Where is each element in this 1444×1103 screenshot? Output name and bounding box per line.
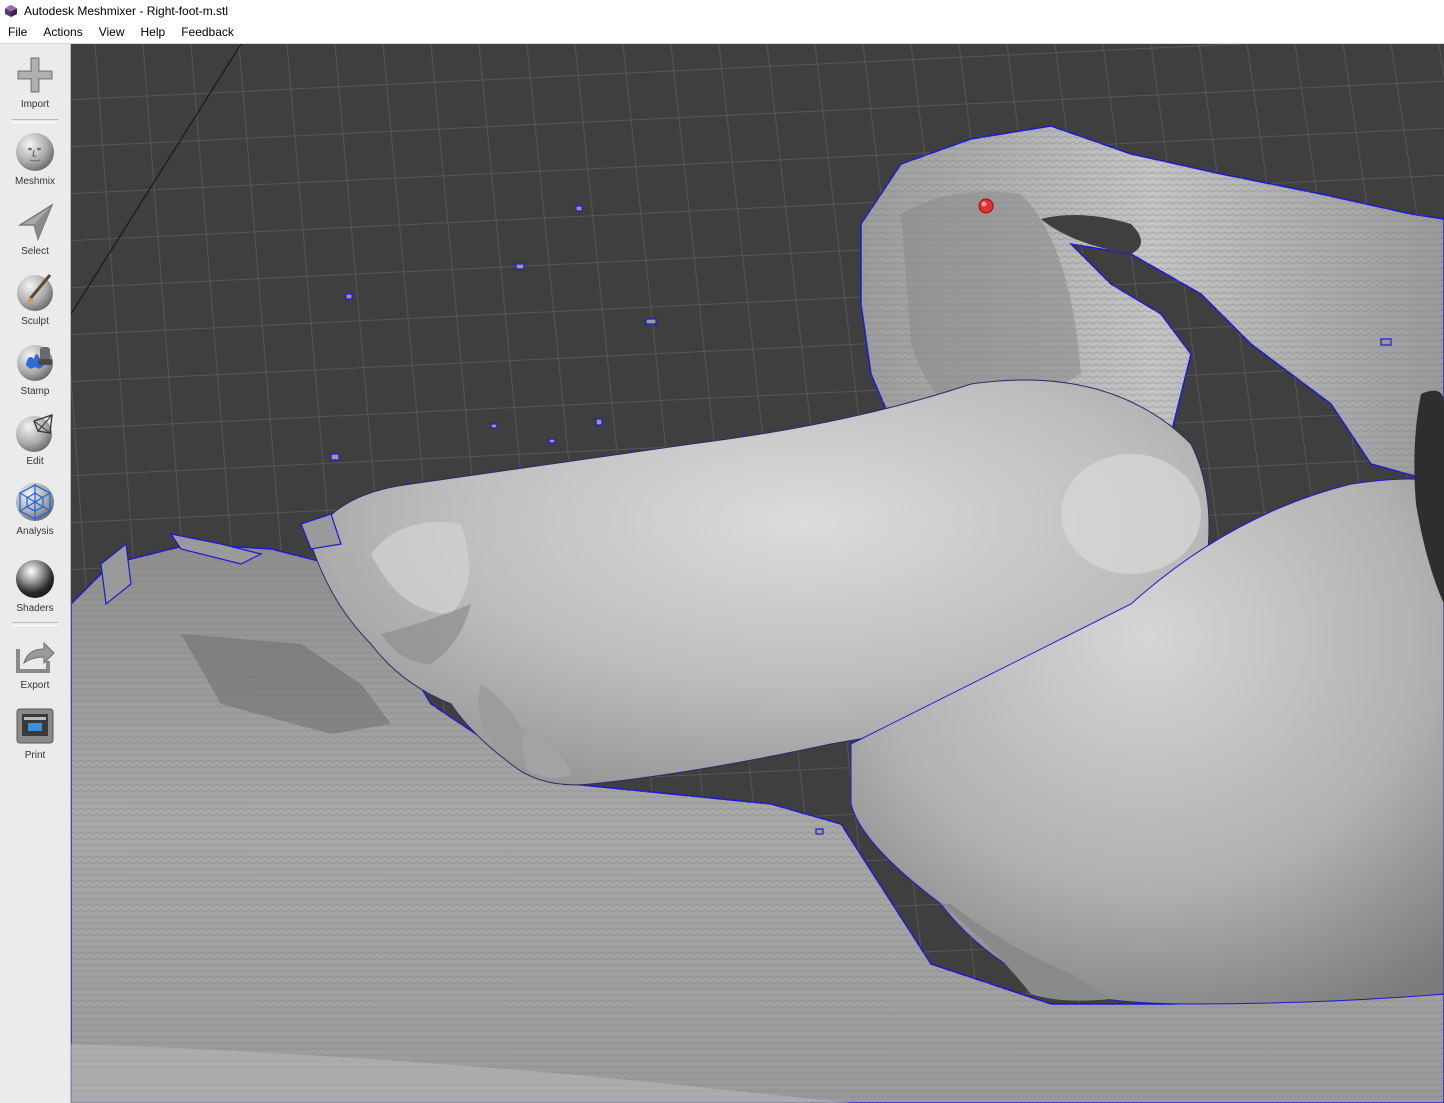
analysis-button[interactable]: Analysis bbox=[0, 481, 70, 547]
edit-sphere-icon bbox=[16, 414, 53, 452]
print-label: Print bbox=[24, 750, 46, 761]
cursor-arrow-icon bbox=[17, 203, 54, 241]
print-button[interactable]: Print bbox=[0, 705, 70, 771]
select-label: Select bbox=[21, 246, 49, 257]
meshmix-button[interactable]: Meshmix bbox=[0, 131, 70, 197]
3d-viewport[interactable] bbox=[71, 44, 1444, 1103]
sculpt-label: Sculpt bbox=[21, 316, 49, 327]
window-title: Autodesk Meshmixer - Right-foot-m.stl bbox=[24, 4, 229, 18]
scene-canvas[interactable] bbox=[71, 44, 1444, 1103]
export-button[interactable]: Export bbox=[0, 635, 70, 701]
meshmixer-logo-icon bbox=[5, 5, 17, 17]
title-bar: Autodesk Meshmixer - Right-foot-m.stl bbox=[0, 0, 1444, 22]
sculpt-brush-icon bbox=[17, 274, 53, 311]
edit-button[interactable]: Edit bbox=[0, 411, 70, 477]
menu-bar: File Actions View Help Feedback bbox=[0, 22, 1444, 44]
stamp-icon bbox=[17, 345, 53, 381]
meshmix-label: Meshmix bbox=[14, 176, 55, 187]
stamp-label: Stamp bbox=[20, 386, 50, 397]
edit-label: Edit bbox=[26, 456, 44, 467]
sidebar-divider bbox=[12, 119, 58, 123]
pivot-point-marker[interactable] bbox=[978, 198, 994, 214]
menu-file[interactable]: File bbox=[0, 22, 35, 43]
printer-icon bbox=[16, 708, 54, 744]
shaders-button[interactable]: Shaders bbox=[0, 558, 70, 624]
grid-line bbox=[71, 44, 1250, 101]
menu-help[interactable]: Help bbox=[133, 22, 174, 43]
sculpt-button[interactable]: Sculpt bbox=[0, 271, 70, 337]
tool-sidebar: Import Meshmix Select Sculpt Stamp Edit … bbox=[0, 44, 71, 1103]
menu-actions[interactable]: Actions bbox=[35, 22, 90, 43]
select-button[interactable]: Select bbox=[0, 201, 70, 267]
meshmix-face-sphere-icon bbox=[16, 133, 54, 171]
shaders-label: Shaders bbox=[16, 603, 54, 614]
menu-view[interactable]: View bbox=[91, 22, 133, 43]
import-label: Import bbox=[20, 99, 50, 110]
sidebar-divider bbox=[12, 622, 58, 626]
export-icon bbox=[16, 641, 55, 673]
stamp-button[interactable]: Stamp bbox=[0, 341, 70, 407]
pivot-highlight bbox=[981, 201, 987, 207]
analysis-mesh-icon bbox=[16, 483, 54, 521]
plus-icon bbox=[17, 57, 53, 93]
shader-sphere-icon bbox=[16, 560, 54, 598]
import-button[interactable]: Import bbox=[0, 54, 70, 120]
analysis-label: Analysis bbox=[16, 526, 54, 537]
export-label: Export bbox=[20, 680, 50, 691]
menu-feedback[interactable]: Feedback bbox=[173, 22, 242, 43]
axis-line bbox=[71, 44, 242, 315]
